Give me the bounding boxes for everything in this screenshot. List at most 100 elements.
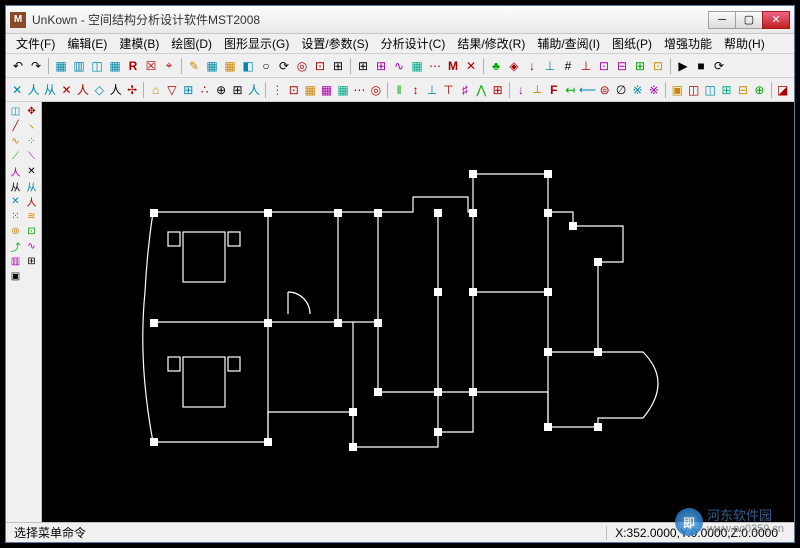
- left-tool-2-1[interactable]: ⁘: [24, 134, 39, 148]
- drawing-canvas[interactable]: [42, 102, 794, 522]
- tb1-btn-35[interactable]: ⊡: [596, 58, 612, 74]
- tb2-btn-37[interactable]: ⟵: [579, 82, 595, 98]
- tb1-btn-23[interactable]: ∿: [391, 58, 407, 74]
- tb2-btn-23[interactable]: ◎: [369, 82, 383, 98]
- left-tool-4-0[interactable]: 人: [8, 164, 23, 178]
- tb2-btn-31[interactable]: ⊞: [490, 82, 504, 98]
- tb2-btn-47[interactable]: ⊟: [736, 82, 750, 98]
- tb2-btn-0[interactable]: ✕: [10, 82, 24, 98]
- tb1-btn-29[interactable]: ♣: [488, 58, 504, 74]
- tb2-btn-17[interactable]: ⋮: [270, 82, 284, 98]
- tb1-btn-11[interactable]: ✎: [186, 58, 202, 74]
- menu-item-3[interactable]: 绘图(D): [165, 33, 218, 54]
- left-tool-8-1[interactable]: ⊡: [24, 224, 39, 238]
- tb2-btn-2[interactable]: 从: [43, 82, 57, 98]
- menu-item-4[interactable]: 图形显示(G): [218, 33, 295, 54]
- tb1-btn-0[interactable]: ↶: [10, 58, 26, 74]
- tb1-btn-1[interactable]: ↷: [28, 58, 44, 74]
- tb2-btn-25[interactable]: ‖: [392, 82, 406, 98]
- left-tool-10-1[interactable]: ⊞: [24, 254, 39, 268]
- tb2-btn-40[interactable]: ※: [630, 82, 644, 98]
- tb2-btn-48[interactable]: ⊕: [752, 82, 766, 98]
- tb2-btn-26[interactable]: ↕: [408, 82, 422, 98]
- tb2-btn-7[interactable]: ✢: [125, 82, 139, 98]
- tb2-btn-30[interactable]: ⋀: [474, 82, 488, 98]
- tb2-btn-21[interactable]: ▦: [336, 82, 350, 98]
- menu-item-6[interactable]: 分析设计(C): [375, 33, 452, 54]
- left-tool-9-1[interactable]: ∿: [24, 239, 39, 253]
- tb1-btn-13[interactable]: ▦: [222, 58, 238, 74]
- tb1-btn-9[interactable]: ⌖: [161, 58, 177, 74]
- tb2-btn-19[interactable]: ▦: [303, 82, 317, 98]
- tb1-btn-15[interactable]: ○: [258, 58, 274, 74]
- menu-item-0[interactable]: 文件(F): [10, 33, 61, 54]
- tb2-btn-29[interactable]: ♯: [458, 82, 472, 98]
- maximize-button[interactable]: ▢: [735, 11, 763, 29]
- tb1-btn-27[interactable]: ✕: [463, 58, 479, 74]
- left-tool-3-1[interactable]: ⟍: [24, 149, 39, 163]
- menu-item-2[interactable]: 建模(B): [113, 33, 165, 54]
- left-tool-5-1[interactable]: 从: [24, 179, 39, 193]
- tb2-btn-15[interactable]: 人: [247, 82, 261, 98]
- tb2-btn-14[interactable]: ⊞: [230, 82, 244, 98]
- tb2-btn-13[interactable]: ⊕: [214, 82, 228, 98]
- tb1-btn-16[interactable]: ⟳: [276, 58, 292, 74]
- tb2-btn-11[interactable]: ⊞: [181, 82, 195, 98]
- tb2-btn-12[interactable]: ∴: [198, 82, 212, 98]
- tb2-btn-44[interactable]: ◫: [686, 82, 700, 98]
- tb2-btn-5[interactable]: ◇: [92, 82, 106, 98]
- tb1-btn-12[interactable]: ▦: [204, 58, 220, 74]
- tb1-btn-18[interactable]: ⊡: [312, 58, 328, 74]
- left-tool-9-0[interactable]: ⤴: [8, 239, 23, 253]
- tb1-btn-17[interactable]: ◎: [294, 58, 310, 74]
- left-tool-1-1[interactable]: 丶: [24, 119, 39, 133]
- tb2-btn-18[interactable]: ⊡: [287, 82, 301, 98]
- close-button[interactable]: ✕: [762, 11, 790, 29]
- left-tool-1-0[interactable]: ╱: [8, 119, 23, 133]
- left-tool-7-1[interactable]: ≋: [24, 209, 39, 223]
- tb2-btn-41[interactable]: ※: [647, 82, 661, 98]
- tb1-btn-41[interactable]: ■: [693, 58, 709, 74]
- menu-item-9[interactable]: 图纸(P): [606, 33, 658, 54]
- left-tool-2-0[interactable]: ∿: [8, 134, 23, 148]
- tb2-btn-28[interactable]: ⊤: [441, 82, 455, 98]
- tb1-btn-24[interactable]: ▦: [409, 58, 425, 74]
- tb2-btn-45[interactable]: ◫: [703, 82, 717, 98]
- tb1-btn-8[interactable]: ☒: [143, 58, 159, 74]
- left-tool-8-0[interactable]: ⊚: [8, 224, 23, 238]
- menu-item-1[interactable]: 编辑(E): [61, 33, 113, 54]
- tb1-btn-3[interactable]: ▦: [53, 58, 69, 74]
- tb1-btn-42[interactable]: ⟳: [711, 58, 727, 74]
- tb2-btn-10[interactable]: ▽: [165, 82, 179, 98]
- tb1-btn-14[interactable]: ◧: [240, 58, 256, 74]
- menu-item-7[interactable]: 结果/修改(R): [451, 33, 531, 54]
- menu-item-5[interactable]: 设置/参数(S): [295, 33, 374, 54]
- tb2-btn-33[interactable]: ↓: [514, 82, 528, 98]
- tb1-btn-38[interactable]: ⊡: [650, 58, 666, 74]
- left-tool-6-0[interactable]: ✕: [8, 194, 23, 208]
- tb1-btn-40[interactable]: ▶: [675, 58, 691, 74]
- tb2-btn-27[interactable]: ⊥: [425, 82, 439, 98]
- tb1-btn-21[interactable]: ⊞: [355, 58, 371, 74]
- tb1-btn-22[interactable]: ⊞: [373, 58, 389, 74]
- tb1-btn-19[interactable]: ⊞: [330, 58, 346, 74]
- menu-item-11[interactable]: 帮助(H): [718, 33, 771, 54]
- tb2-btn-4[interactable]: 人: [76, 82, 90, 98]
- left-tool-4-1[interactable]: ✕: [24, 164, 39, 178]
- menu-item-8[interactable]: 辅助/查阅(I): [531, 33, 606, 54]
- left-tool-11-1[interactable]: [24, 269, 39, 283]
- tb1-btn-4[interactable]: ▥: [71, 58, 87, 74]
- tb2-btn-20[interactable]: ▦: [319, 82, 333, 98]
- left-tool-0-1[interactable]: ✥: [24, 104, 39, 118]
- left-tool-11-0[interactable]: ▣: [8, 269, 23, 283]
- tb2-btn-6[interactable]: 人: [109, 82, 123, 98]
- tb1-btn-30[interactable]: ◈: [506, 58, 522, 74]
- left-tool-10-0[interactable]: ▥: [8, 254, 23, 268]
- left-tool-5-0[interactable]: 从: [8, 179, 23, 193]
- tb1-btn-7[interactable]: R: [125, 58, 141, 74]
- tb1-btn-33[interactable]: #: [560, 58, 576, 74]
- left-tool-6-1[interactable]: 人: [24, 194, 39, 208]
- left-tool-0-0[interactable]: ◫: [8, 104, 23, 118]
- tb1-btn-37[interactable]: ⊞: [632, 58, 648, 74]
- minimize-button[interactable]: ─: [708, 11, 736, 29]
